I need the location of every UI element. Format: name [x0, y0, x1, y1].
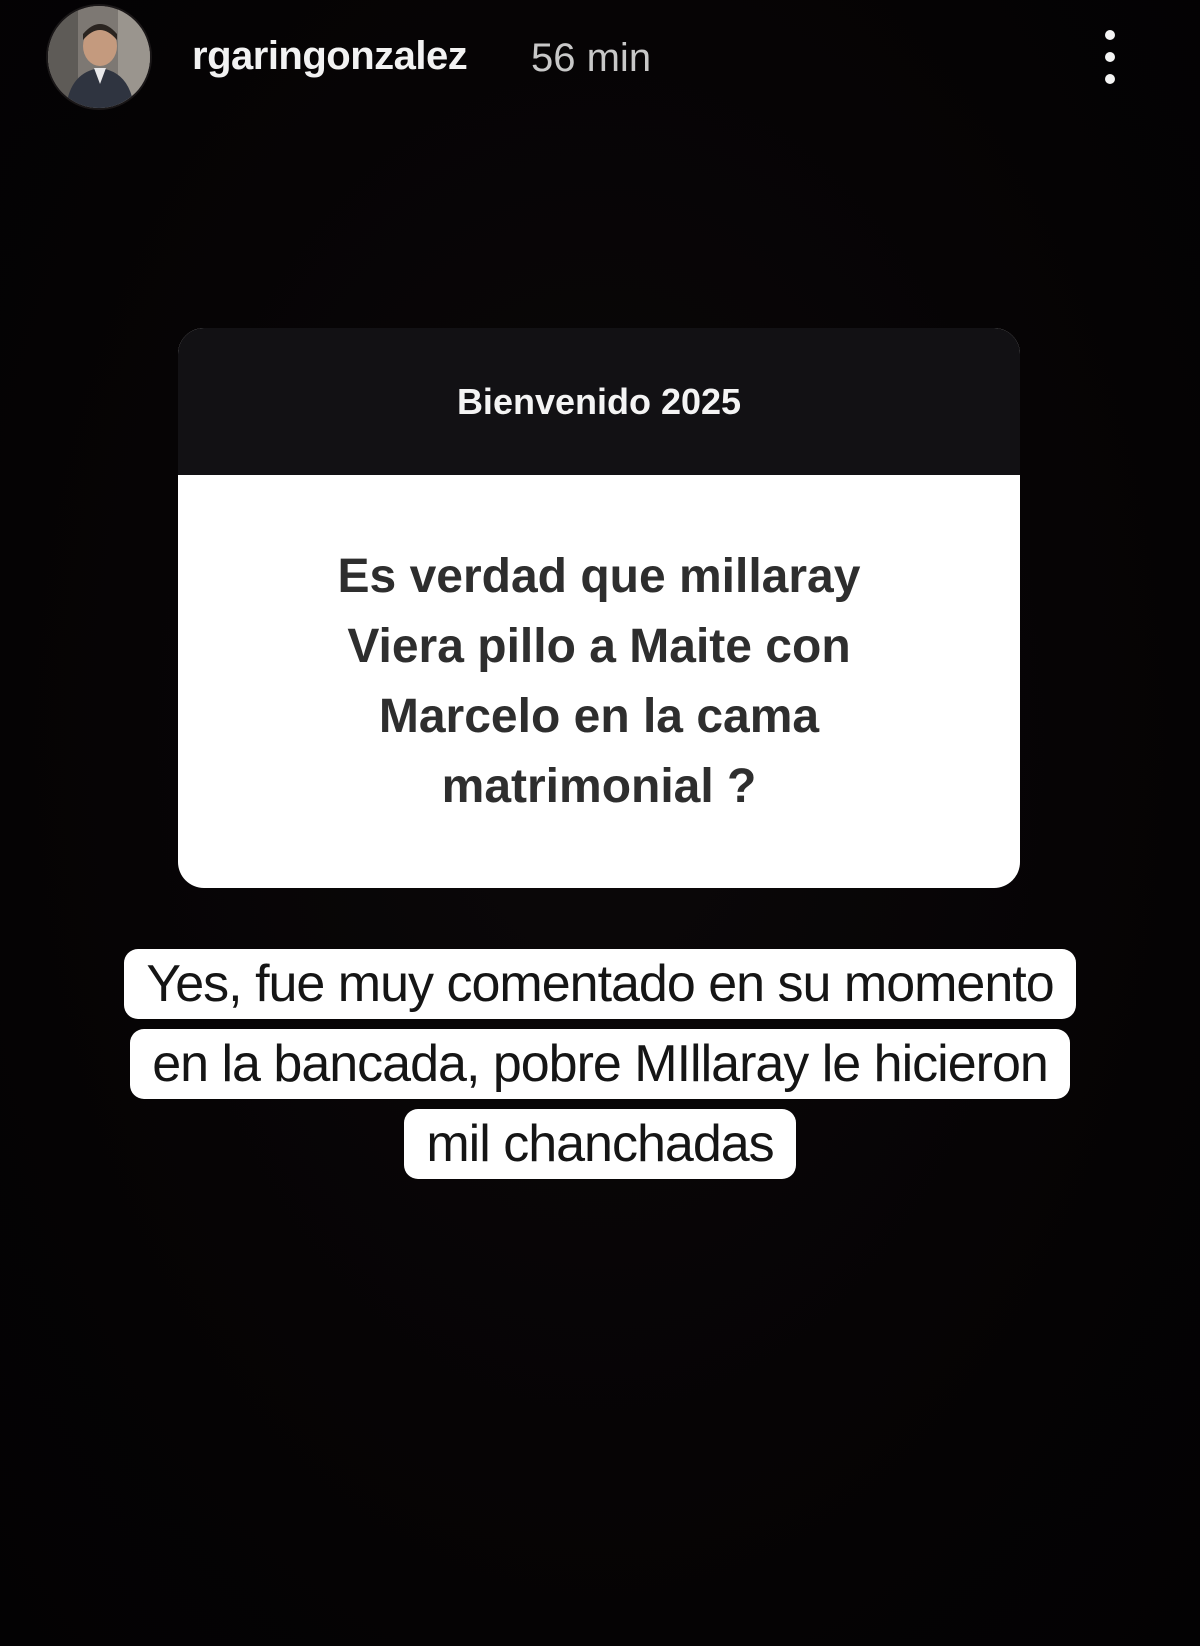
- avatar-photo-icon: [48, 6, 150, 108]
- answer-text: Yes, fue muy comentado en su momento en …: [124, 949, 1076, 1179]
- answer-caption: Yes, fue muy comentado en su momento en …: [112, 944, 1088, 1184]
- story-header: rgaringonzalez 56 min: [0, 0, 1200, 120]
- question-sticker-header: Bienvenido 2025: [178, 328, 1020, 475]
- username[interactable]: rgaringonzalez: [192, 34, 468, 79]
- more-dot: [1105, 74, 1115, 84]
- question-text: Es verdad que millaray Viera pillo a Mai…: [337, 549, 861, 813]
- more-options-icon[interactable]: [1090, 24, 1130, 90]
- more-dot: [1105, 52, 1115, 62]
- question-sticker: Bienvenido 2025 Es verdad que millaray V…: [178, 328, 1020, 888]
- user-avatar[interactable]: [48, 6, 150, 108]
- post-time: 56 min: [531, 36, 652, 80]
- question-sticker-body: Es verdad que millaray Viera pillo a Mai…: [178, 475, 1020, 888]
- story-view: rgaringonzalez 56 min Bienvenido 2025 Es…: [0, 0, 1200, 1646]
- question-sticker-title: Bienvenido 2025: [456, 380, 742, 422]
- more-dot: [1105, 30, 1115, 40]
